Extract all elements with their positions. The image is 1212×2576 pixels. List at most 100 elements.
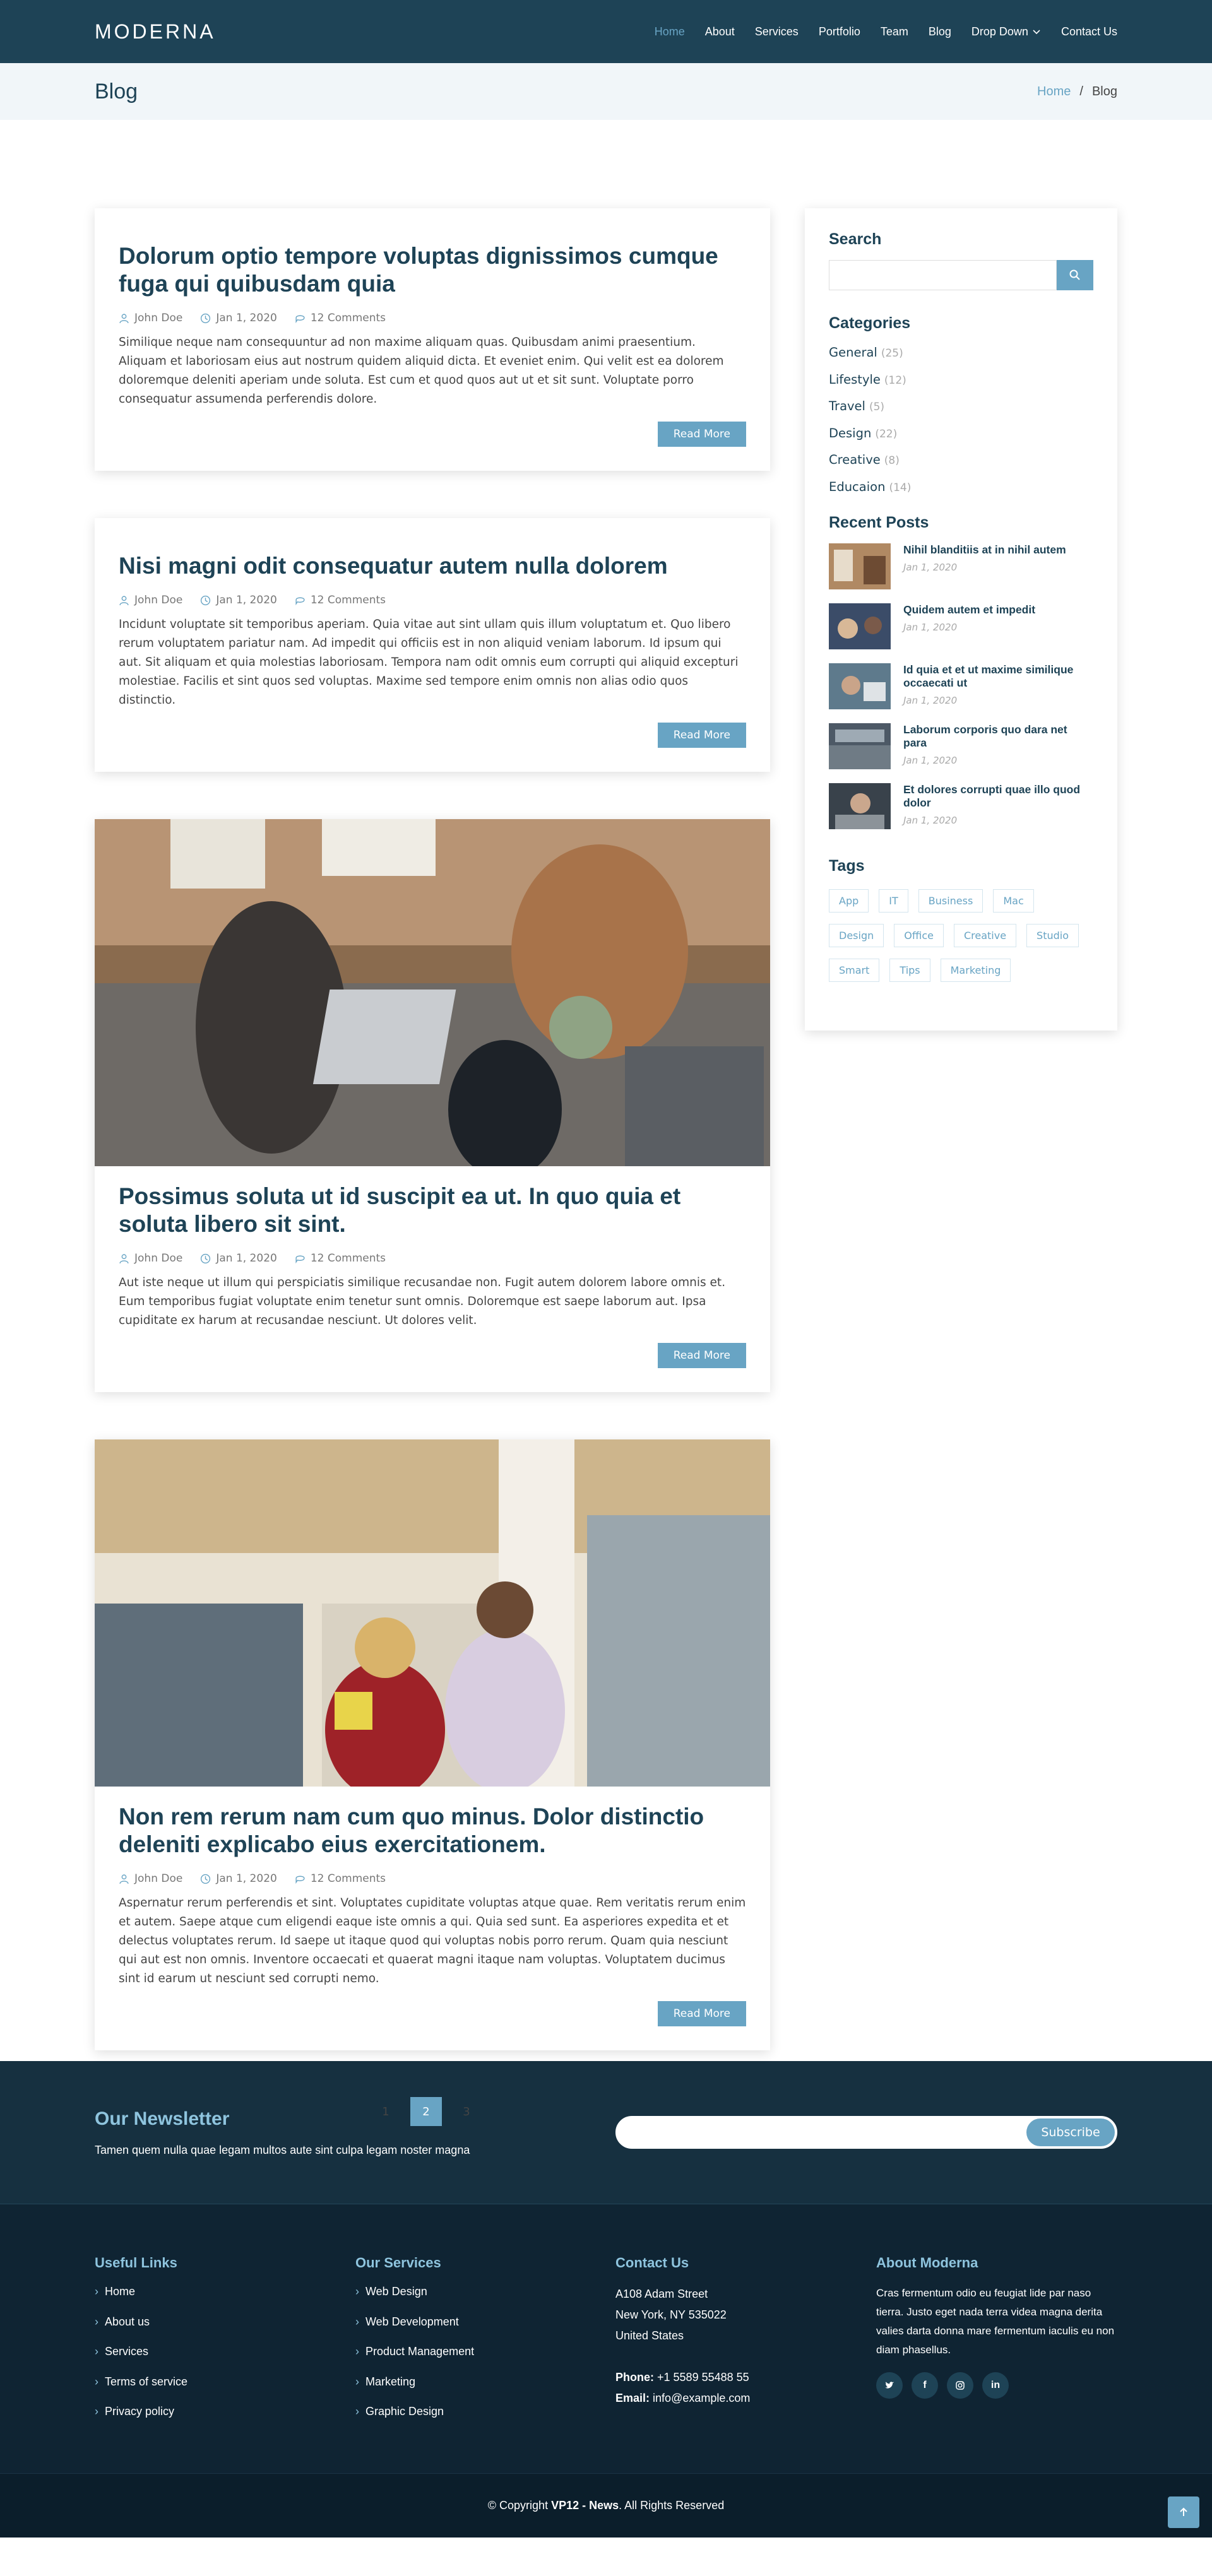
facebook-icon[interactable]: f (912, 2372, 938, 2399)
tag[interactable]: IT (879, 889, 908, 913)
footer-link[interactable]: › Marketing (355, 2375, 474, 2406)
entry-comments[interactable]: 12 Comments (311, 594, 386, 606)
footer-link[interactable]: › Home (95, 2285, 187, 2315)
back-to-top-button[interactable] (1168, 2496, 1199, 2528)
tag[interactable]: Tips (889, 959, 930, 982)
page-2[interactable]: 2 (410, 2097, 442, 2126)
tags-title: Tags (829, 857, 865, 875)
phone-number[interactable]: +1 5589 55488 55 (657, 2371, 749, 2384)
entry-author[interactable]: John Doe (134, 1252, 182, 1265)
category-count: (8) (884, 454, 900, 467)
footer-link[interactable]: › Graphic Design (355, 2405, 474, 2435)
category-item[interactable]: Design (22) (829, 426, 1093, 453)
nav-dropdown[interactable]: Drop Down (961, 25, 1051, 38)
subscribe-button[interactable]: Subscribe (1026, 2118, 1115, 2146)
breadcrumb-home[interactable]: Home (1037, 85, 1071, 99)
entry-comments[interactable]: 12 Comments (311, 1252, 386, 1265)
footer-link-label: Graphic Design (365, 2405, 444, 2418)
recent-post-title[interactable]: Quidem autem et impedit (903, 603, 1035, 617)
search-button[interactable] (1057, 260, 1093, 290)
read-more-button[interactable]: Read More (657, 723, 746, 748)
search-input[interactable] (829, 260, 1057, 290)
copyright-brand: VP12 - News (551, 2499, 619, 2512)
recent-post-title[interactable]: Et dolores corrupti quae illo quod dolor (903, 783, 1093, 810)
footer-link[interactable]: › Web Development (355, 2315, 474, 2346)
nav-portfolio[interactable]: Portfolio (809, 25, 870, 38)
entry-date[interactable]: Jan 1, 2020 (216, 1872, 277, 1885)
entry-comments[interactable]: 12 Comments (311, 312, 386, 324)
tag[interactable]: Smart (829, 959, 880, 982)
clock-icon (201, 1253, 211, 1263)
tag[interactable]: Office (894, 924, 944, 947)
tag[interactable]: Mac (993, 889, 1034, 913)
category-count: (22) (875, 427, 898, 440)
tag[interactable]: Creative (953, 924, 1017, 947)
entry-author[interactable]: John Doe (134, 312, 182, 324)
recent-post-thumbnail[interactable] (829, 543, 891, 589)
category-item[interactable]: Creative (8) (829, 452, 1093, 480)
footer-link[interactable]: › Services (95, 2345, 187, 2375)
entry-image-office-meeting[interactable] (95, 1439, 770, 1787)
page-1[interactable]: 1 (370, 2097, 401, 2126)
footer-column-title: Our Services (355, 2255, 441, 2271)
read-more-button[interactable]: Read More (657, 2001, 746, 2026)
footer-link[interactable]: › About us (95, 2315, 187, 2346)
chevron-down-icon (1033, 30, 1040, 35)
twitter-icon[interactable] (876, 2372, 903, 2399)
email-address[interactable]: info@example.com (653, 2392, 750, 2404)
entry-author[interactable]: John Doe (134, 594, 182, 606)
entry-title[interactable]: Non rem rerum nam cum quo minus. Dolor d… (119, 1803, 746, 1858)
footer-link[interactable]: › Terms of service (95, 2375, 187, 2406)
tag[interactable]: App (829, 889, 869, 913)
tag[interactable]: Marketing (940, 959, 1011, 982)
nav-about[interactable]: About (695, 25, 745, 38)
recent-post-title[interactable]: Nihil blanditiis at in nihil autem (903, 543, 1066, 557)
entry-title[interactable]: Nisi magni odit consequatur autem nulla … (119, 552, 746, 580)
category-item[interactable]: Travel (5) (829, 399, 1093, 426)
read-more-button[interactable]: Read More (657, 1343, 746, 1368)
recent-post-title[interactable]: Laborum corporis quo dara net para (903, 723, 1093, 750)
entry-image-office-laptops[interactable] (95, 819, 770, 1166)
category-item[interactable]: Lifestyle (12) (829, 372, 1093, 399)
nav-home[interactable]: Home (645, 25, 695, 38)
footer-link-label: Product Management (365, 2345, 475, 2358)
search-form (829, 260, 1093, 290)
nav-services[interactable]: Services (745, 25, 809, 38)
breadcrumb-separator: / (1079, 84, 1083, 98)
tag[interactable]: Design (829, 924, 884, 947)
chevron-right-icon: › (95, 2375, 98, 2388)
footer-column-title: Useful Links (95, 2255, 177, 2271)
recent-post-thumbnail[interactable] (829, 783, 891, 829)
comment-icon (295, 1255, 305, 1263)
entry-title[interactable]: Dolorum optio tempore voluptas dignissim… (119, 242, 746, 298)
newsletter-email-input[interactable] (617, 2117, 995, 2148)
recent-post-thumbnail[interactable] (829, 663, 891, 709)
recent-post-thumbnail[interactable] (829, 723, 891, 769)
entry-comments[interactable]: 12 Comments (311, 1872, 386, 1885)
entry-date[interactable]: Jan 1, 2020 (216, 1252, 277, 1265)
footer-link[interactable]: › Web Design (355, 2285, 474, 2315)
entry-title[interactable]: Possimus soluta ut id suscipit ea ut. In… (119, 1183, 746, 1238)
nav-contact[interactable]: Contact Us (1051, 25, 1117, 38)
nav-team[interactable]: Team (870, 25, 918, 38)
read-more-button[interactable]: Read More (657, 422, 746, 447)
nav-blog[interactable]: Blog (918, 25, 961, 38)
site-logo[interactable]: MODERNA (95, 20, 216, 44)
entry-author[interactable]: John Doe (134, 1872, 182, 1885)
page-3[interactable]: 3 (451, 2097, 482, 2126)
instagram-icon[interactable] (947, 2372, 973, 2399)
linkedin-icon[interactable]: in (982, 2372, 1009, 2399)
tag[interactable]: Business (918, 889, 983, 913)
recent-post-title[interactable]: Id quia et et ut maxime similique occaec… (903, 663, 1093, 690)
entry-date[interactable]: Jan 1, 2020 (216, 594, 277, 606)
breadcrumb: Home / Blog (1037, 85, 1117, 99)
category-item[interactable]: Educaion (14) (829, 480, 1093, 507)
footer-link[interactable]: › Privacy policy (95, 2405, 187, 2435)
search-title: Search (829, 230, 882, 248)
footer-link[interactable]: › Product Management (355, 2345, 474, 2375)
category-item[interactable]: General (25) (829, 345, 1093, 372)
entry-date[interactable]: Jan 1, 2020 (216, 312, 277, 324)
recent-post-thumbnail[interactable] (829, 603, 891, 649)
tag[interactable]: Studio (1026, 924, 1079, 947)
breadcrumb-bar: Blog Home / Blog (0, 63, 1212, 120)
